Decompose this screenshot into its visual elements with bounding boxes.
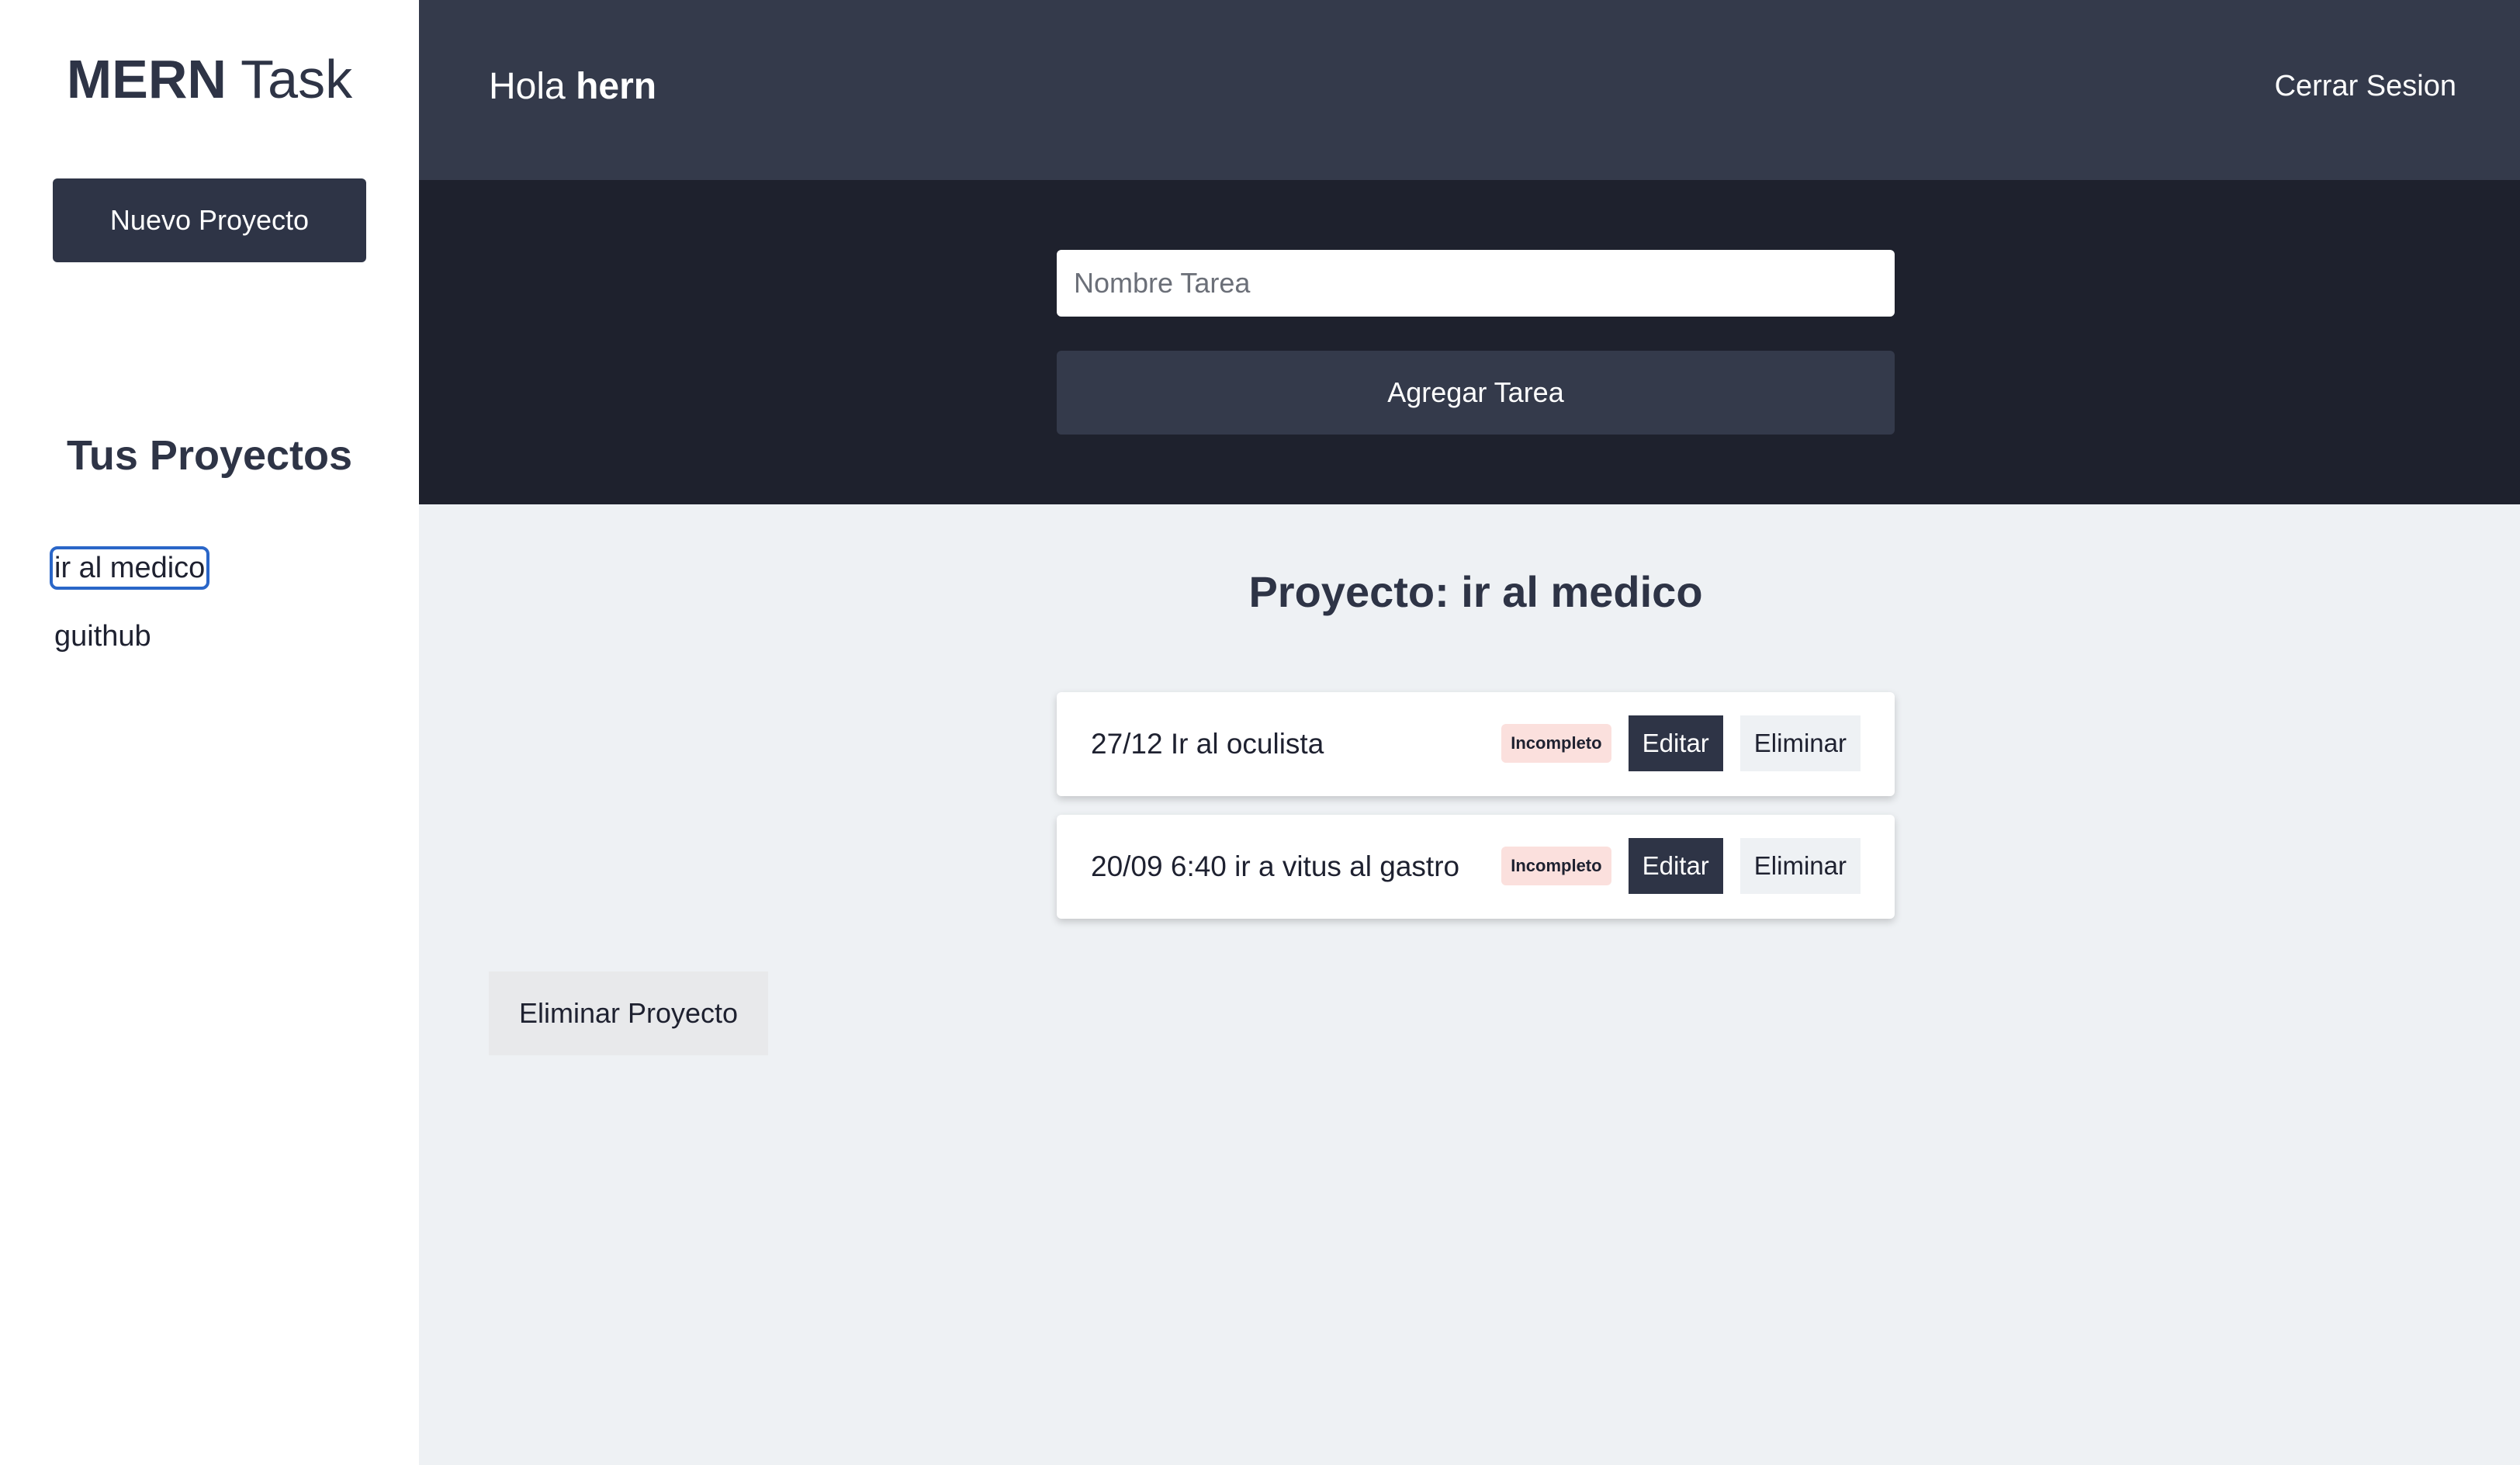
status-badge[interactable]: Incompleto	[1501, 724, 1611, 763]
task-name: 20/09 6:40 ir a vitus al gastro	[1091, 850, 1460, 882]
edit-task-button[interactable]: Editar	[1628, 715, 1723, 771]
greeting-text: Hola	[489, 66, 566, 107]
task-name-input[interactable]	[1057, 250, 1895, 317]
delete-project-button[interactable]: Eliminar Proyecto	[489, 971, 768, 1055]
logout-button[interactable]: Cerrar Sesion	[2275, 70, 2456, 103]
app-logo: MERN Task	[0, 48, 419, 110]
new-project-button[interactable]: Nuevo Proyecto	[53, 178, 366, 262]
project-list: ir al medico guithub	[49, 546, 210, 686]
delete-task-button[interactable]: Eliminar	[1739, 715, 1861, 771]
task-list: 27/12 Ir al oculista Incompleto Editar E…	[1057, 692, 1895, 937]
projects-title: Tus Proyectos	[66, 432, 353, 479]
project-panel: Proyecto: ir al medico 27/12 Ir al oculi…	[419, 504, 2520, 1465]
project-heading: Proyecto: ir al medico	[1248, 567, 1703, 616]
task-item: 20/09 6:40 ir a vitus al gastro Incomple…	[1057, 815, 1895, 919]
task-item: 27/12 Ir al oculista Incompleto Editar E…	[1057, 692, 1895, 796]
logo-bold-text: MERN	[66, 49, 227, 109]
task-actions: Incompleto Editar Eliminar	[1501, 838, 1861, 894]
task-name: 27/12 Ir al oculista	[1091, 728, 1324, 760]
sidebar: MERN Task Nuevo Proyecto Tus Proyectos i…	[0, 0, 419, 1465]
user-greeting: Hola hern	[489, 65, 656, 108]
task-actions: Incompleto Editar Eliminar	[1501, 715, 1861, 771]
task-form: Agregar Tarea	[419, 180, 2520, 504]
add-task-button[interactable]: Agregar Tarea	[1057, 351, 1895, 435]
logo-light-text: Task	[241, 49, 353, 109]
project-item-label[interactable]: ir al medico	[49, 546, 210, 590]
delete-task-button[interactable]: Eliminar	[1739, 838, 1861, 894]
project-item-guithub[interactable]: guithub	[53, 618, 206, 686]
project-item-label[interactable]: guithub	[53, 618, 153, 655]
username: hern	[576, 66, 657, 107]
edit-task-button[interactable]: Editar	[1628, 838, 1723, 894]
status-badge[interactable]: Incompleto	[1501, 847, 1611, 885]
project-item-ir-al-medico[interactable]: ir al medico	[49, 546, 210, 618]
top-bar: Hola hern Cerrar Sesion	[419, 0, 2520, 180]
